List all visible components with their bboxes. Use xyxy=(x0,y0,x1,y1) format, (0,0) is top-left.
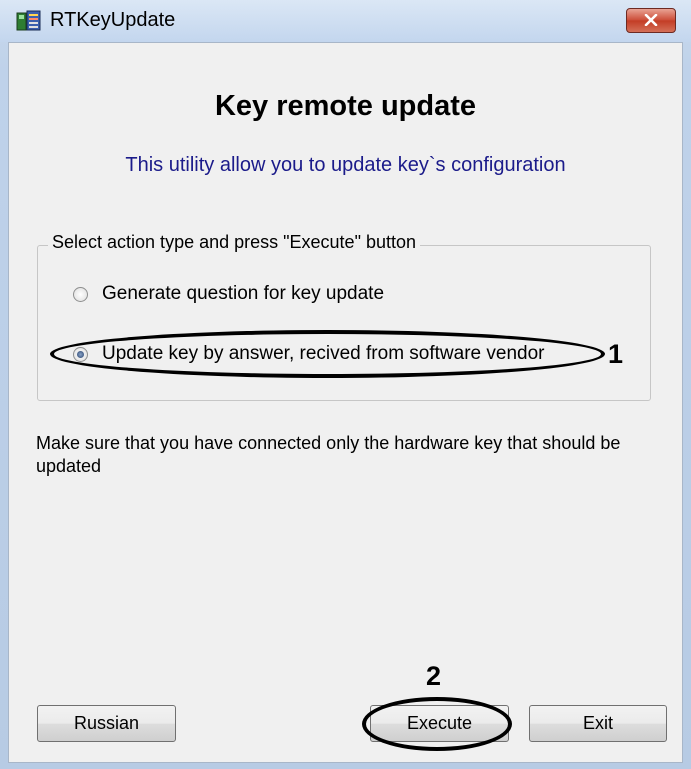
app-icon xyxy=(16,10,42,32)
page-subtitle: This utility allow you to update key`s c… xyxy=(125,154,566,176)
annotation-ellipse-option xyxy=(50,330,605,378)
page-title: Key remote update xyxy=(214,90,477,122)
dialog-client-area xyxy=(8,42,683,763)
option-generate-question-label: Generate question for key update xyxy=(102,283,385,304)
annotation-ellipse-execute xyxy=(362,697,512,751)
annotation-marker-1: 1 xyxy=(608,339,624,369)
close-button[interactable] xyxy=(626,8,676,33)
title-bar[interactable]: RTKeyUpdate xyxy=(0,0,691,42)
russian-button[interactable]: Russian xyxy=(37,705,176,742)
app-window: RTKeyUpdate Key remote update This utili… xyxy=(0,0,691,769)
window-title: RTKeyUpdate xyxy=(50,9,176,31)
radio-generate-question[interactable] xyxy=(73,286,88,302)
action-group-legend: Select action type and press "Execute" b… xyxy=(48,232,420,253)
option-generate-question[interactable]: Generate question for key update xyxy=(73,283,384,305)
exit-button[interactable]: Exit xyxy=(529,705,667,742)
hardware-key-note: Make sure that you have connected only t… xyxy=(36,433,621,476)
close-icon xyxy=(644,11,658,30)
annotation-marker-2: 2 xyxy=(426,661,442,691)
